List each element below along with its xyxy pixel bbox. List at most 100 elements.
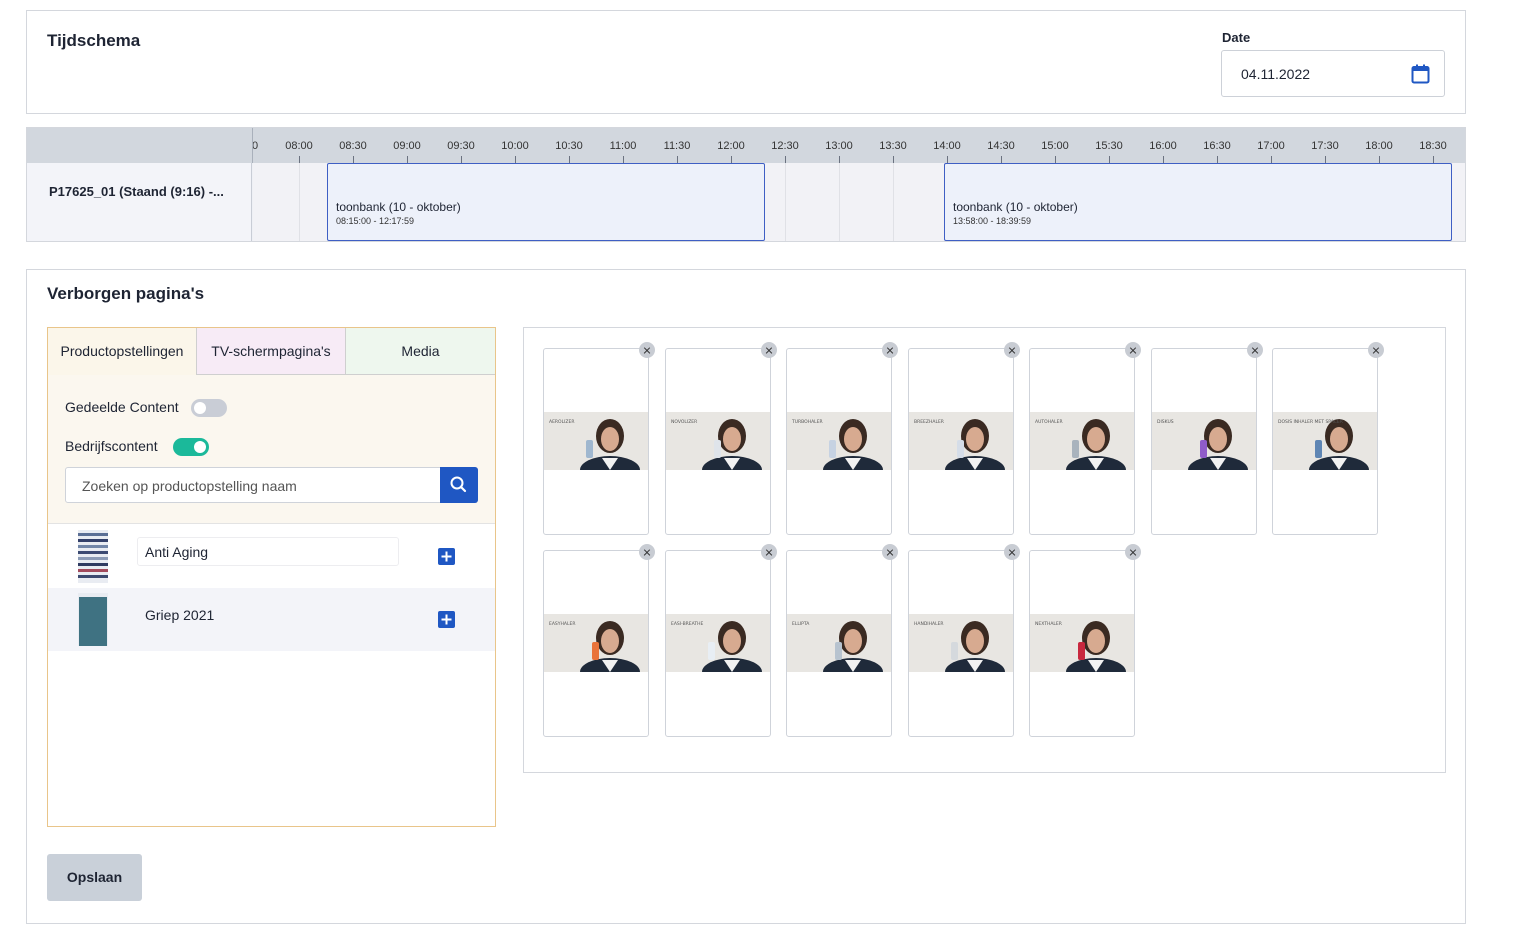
timeline-tick-mark — [1055, 156, 1056, 163]
media-tile[interactable]: AUTOHALER — [1029, 342, 1141, 535]
search-button[interactable] — [440, 467, 478, 503]
media-thumbnail: NOVOLIZER — [666, 412, 770, 470]
product-name: Anti Aging — [137, 537, 399, 566]
shared-content-label: Gedeelde Content — [65, 399, 179, 415]
timeline-tick-mark — [785, 156, 786, 163]
close-icon[interactable] — [1004, 342, 1020, 358]
timeline-tick: 18:00 — [1365, 128, 1393, 163]
list-item: Griep 2021 — [48, 588, 495, 651]
product-thumbnail — [78, 593, 108, 646]
media-tile[interactable]: AEROLIZER — [543, 342, 655, 535]
timeline-tick-mark — [1433, 156, 1434, 163]
calendar-icon[interactable] — [1411, 64, 1430, 84]
plus-icon — [441, 614, 452, 625]
svg-text:ELLIPTA: ELLIPTA — [792, 621, 810, 627]
save-button[interactable]: Opslaan — [47, 854, 142, 901]
timeline-tick: 12:00 — [717, 128, 745, 163]
date-input[interactable]: 04.11.2022 — [1221, 50, 1445, 97]
shared-content-toggle[interactable] — [191, 399, 227, 417]
close-icon[interactable] — [639, 342, 655, 358]
search-icon — [450, 476, 467, 493]
timeline-tick: 09:00 — [393, 128, 421, 163]
timeline-tick: 13:00 — [825, 128, 853, 163]
timeline-tick-mark — [731, 156, 732, 163]
media-tile[interactable]: EASYHALER — [543, 544, 655, 737]
timeline-tick-label: 11:00 — [609, 140, 637, 152]
timeline-tick: 16:30 — [1203, 128, 1231, 163]
timeline-tick: 09:30 — [447, 128, 475, 163]
tab-tv-schermpaginas[interactable]: TV-schermpagina's — [197, 328, 346, 375]
timeline-tick-mark — [461, 156, 462, 163]
close-icon[interactable] — [1125, 544, 1141, 560]
date-value: 04.11.2022 — [1241, 66, 1311, 82]
svg-text:DOSIS INHALER MET SPACER: DOSIS INHALER MET SPACER — [1278, 419, 1343, 425]
timeline-tick-label: 15:30 — [1095, 140, 1123, 152]
search-input[interactable]: Zoeken op productopstelling naam — [65, 467, 478, 503]
timeline-tick-label: 15:00 — [1041, 140, 1069, 152]
timeline-event[interactable]: toonbank (10 - oktober) 13:58:00 - 18:39… — [944, 163, 1452, 241]
close-icon[interactable] — [882, 342, 898, 358]
timeline-tick: 0 — [252, 128, 258, 163]
event-time: 13:58:00 - 18:39:59 — [953, 216, 1032, 226]
close-icon[interactable] — [882, 544, 898, 560]
svg-text:DISKUS: DISKUS — [1157, 419, 1174, 425]
content-panel: Productopstellingen TV-schermpagina's Me… — [47, 327, 496, 827]
close-icon[interactable] — [639, 544, 655, 560]
media-tile[interactable]: NOVOLIZER — [665, 342, 777, 535]
media-tile[interactable]: HANDIHALER — [908, 544, 1020, 737]
hidden-pages-card: Verborgen pagina's Productopstellingen T… — [26, 269, 1466, 924]
timeline-tick: 10:00 — [501, 128, 529, 163]
tabs: Productopstellingen TV-schermpagina's Me… — [48, 328, 495, 375]
timeline-tick-label: 14:00 — [933, 140, 961, 152]
add-button[interactable] — [438, 611, 455, 628]
close-icon[interactable] — [1247, 342, 1263, 358]
timeline-tick: 12:30 — [771, 128, 799, 163]
media-tile[interactable]: NEXTHALER — [1029, 544, 1141, 737]
media-tile[interactable]: DISKUS — [1151, 342, 1263, 535]
timeline-tick-mark — [515, 156, 516, 163]
tab-media[interactable]: Media — [346, 328, 495, 375]
timeline-tick-mark — [1163, 156, 1164, 163]
svg-text:TURBOHALER: TURBOHALER — [791, 419, 823, 425]
media-tile[interactable]: EASI-BREATHE — [665, 544, 777, 737]
media-tile[interactable]: DOSIS INHALER MET SPACER — [1272, 342, 1384, 535]
timeline: 0 08:00 08:30 09:00 09:30 10:00 10:30 11:00 11:3… — [26, 127, 1466, 242]
timeline-tick: 15:00 — [1041, 128, 1069, 163]
close-icon[interactable] — [1004, 544, 1020, 560]
timeline-tick-mark — [1271, 156, 1272, 163]
timeline-event[interactable]: toonbank (10 - oktober) 08:15:00 - 12:17… — [327, 163, 765, 241]
media-tile[interactable]: BREEZHALER — [908, 342, 1020, 535]
timeline-tick-mark — [1379, 156, 1380, 163]
toggle-knob — [194, 441, 206, 453]
plus-icon — [441, 551, 452, 562]
timeline-tick-label: 13:00 — [825, 140, 853, 152]
event-time: 08:15:00 - 12:17:59 — [336, 216, 415, 226]
svg-text:HANDIHALER: HANDIHALER — [914, 621, 944, 627]
media-thumbnail: ELLIPTA — [787, 614, 891, 672]
close-icon[interactable] — [761, 544, 777, 560]
media-thumbnail: AEROLIZER — [544, 412, 648, 470]
product-name: Griep 2021 — [137, 600, 399, 629]
timeline-tick-label: 18:30 — [1419, 140, 1447, 152]
timeline-grid: toonbank (10 - oktober) 08:15:00 - 12:17… — [253, 163, 1465, 241]
timeline-tick: 16:00 — [1149, 128, 1177, 163]
close-icon[interactable] — [1368, 342, 1384, 358]
svg-text:NEXTHALER: NEXTHALER — [1035, 621, 1062, 627]
company-content-toggle[interactable] — [173, 438, 209, 456]
timeline-tick-label: 10:30 — [555, 140, 583, 152]
tab-productopstellingen[interactable]: Productopstellingen — [48, 328, 197, 375]
company-content-label: Bedrijfscontent — [65, 438, 158, 454]
media-tile[interactable]: ELLIPTA — [786, 544, 898, 737]
add-button[interactable] — [438, 548, 455, 565]
media-thumbnail: HANDIHALER — [909, 614, 1013, 672]
timeline-tick-label: 11:30 — [663, 140, 691, 152]
event-title: toonbank (10 - oktober) — [953, 200, 1078, 214]
close-icon[interactable] — [1125, 342, 1141, 358]
media-tile[interactable]: TURBOHALER — [786, 342, 898, 535]
close-icon[interactable] — [761, 342, 777, 358]
timeline-tick-mark — [569, 156, 570, 163]
svg-text:AUTOHALER: AUTOHALER — [1035, 419, 1063, 425]
timeline-tick: 08:30 — [339, 128, 367, 163]
media-thumbnail: EASYHALER — [544, 614, 648, 672]
media-thumbnail: EASI-BREATHE — [666, 614, 770, 672]
